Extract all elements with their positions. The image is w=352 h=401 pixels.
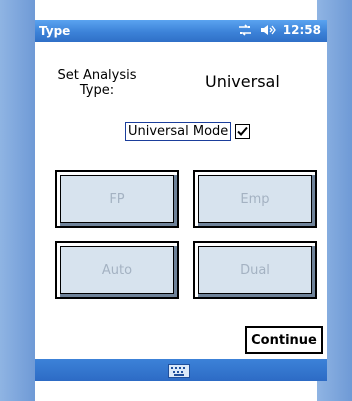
analysis-type-value: Universal [205, 72, 280, 91]
status-area: 12:58 [237, 23, 321, 37]
title-bar: Type 12:58 [35, 20, 327, 42]
volume-icon[interactable] [260, 24, 276, 36]
continue-button[interactable]: Continue [245, 326, 323, 354]
device-screen: Type 12:58 Set Analysis Type: Universal … [35, 20, 327, 381]
dual-button[interactable]: Dual [193, 241, 317, 299]
checkmark-icon [237, 126, 249, 136]
auto-button[interactable]: Auto [55, 241, 179, 299]
fp-button[interactable]: FP [55, 170, 179, 228]
clock-time[interactable]: 12:58 [283, 23, 321, 37]
analysis-type-label: Set Analysis Type: [57, 68, 137, 98]
emp-button[interactable]: Emp [193, 170, 317, 228]
bottom-taskbar [35, 359, 327, 381]
app-title: Type [39, 24, 71, 38]
universal-mode-checkbox[interactable] [235, 124, 251, 139]
universal-mode-row[interactable]: Universal Mode [125, 122, 251, 141]
universal-mode-label[interactable]: Universal Mode [125, 122, 232, 141]
connectivity-icon[interactable] [237, 24, 253, 36]
keyboard-icon[interactable] [168, 363, 190, 382]
left-bezel [0, 0, 35, 401]
